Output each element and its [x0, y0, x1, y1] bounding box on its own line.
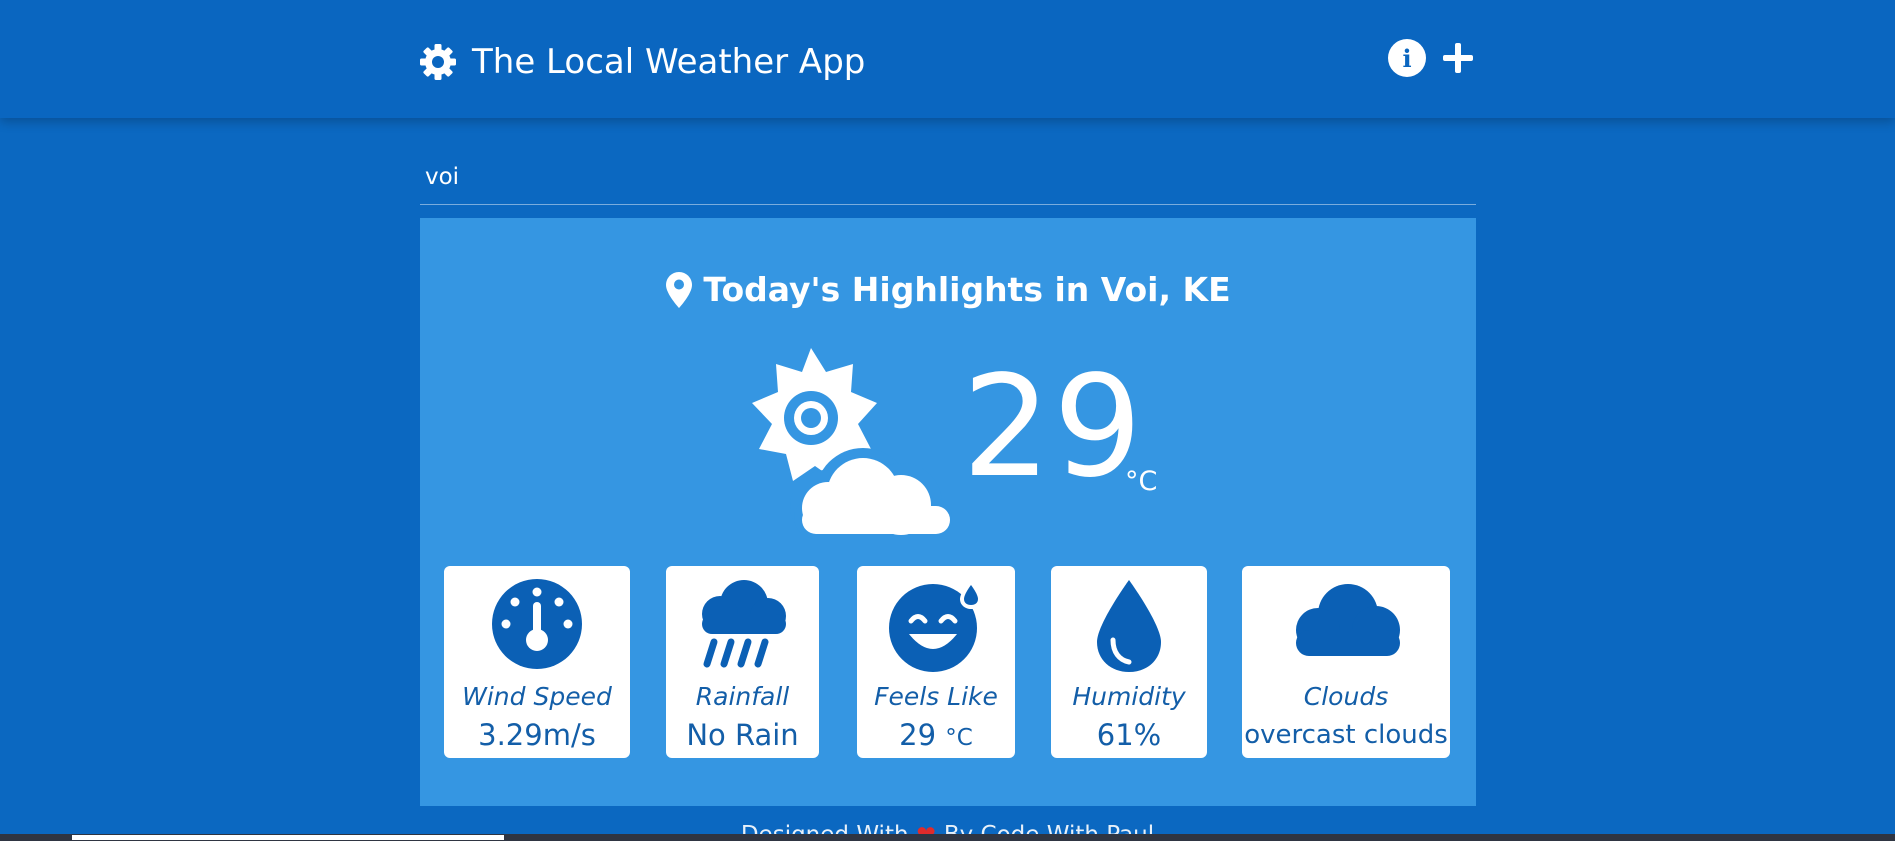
stat-value: No Rain	[686, 718, 799, 752]
horizontal-scrollbar[interactable]	[0, 834, 1895, 841]
search-input[interactable]	[420, 155, 1476, 199]
stat-label: Feels Like	[874, 682, 998, 711]
stat-label: Rainfall	[695, 682, 790, 711]
stat-label: Humidity	[1072, 682, 1186, 711]
stat-value: 3.29m/s	[478, 718, 596, 752]
highlights-card: Today's Highlights in Voi, KE 29 °C Wind…	[420, 218, 1476, 806]
temperature-value: 29	[962, 346, 1145, 509]
search-field	[420, 155, 1476, 205]
stat-value: 61%	[1096, 718, 1162, 752]
plus-icon[interactable]	[1440, 40, 1476, 76]
highlights-heading: Today's Highlights in Voi, KE	[420, 270, 1476, 309]
navbar: The Local Weather App i	[0, 0, 1895, 118]
app-title: The Local Weather App	[472, 42, 866, 82]
stat-label: Wind Speed	[462, 682, 612, 711]
rain-cloud-icon	[701, 580, 786, 668]
sweat-smile-icon	[889, 580, 982, 672]
stat-wind-speed: Wind Speed 3.29m/s	[444, 566, 630, 758]
gear-icon	[420, 44, 456, 80]
stat-value: 29 °C	[899, 718, 973, 752]
nav-actions: i	[1388, 39, 1476, 77]
stat-feels-like: Feels Like 29 °C	[857, 566, 1015, 758]
temperature-unit: °C	[1125, 466, 1158, 497]
water-drop-icon	[1097, 580, 1161, 672]
cloud-icon	[1296, 584, 1400, 656]
sun-behind-cloud-icon	[752, 348, 952, 538]
brand[interactable]: The Local Weather App	[418, 40, 865, 84]
gauge-icon	[492, 579, 582, 669]
stat-value: overcast clouds	[1244, 720, 1448, 750]
scrollbar-thumb[interactable]	[72, 835, 504, 840]
stat-humidity: Humidity 61%	[1051, 566, 1207, 758]
map-pin-icon	[666, 271, 693, 308]
stat-label: Clouds	[1303, 682, 1389, 711]
info-icon[interactable]: i	[1388, 39, 1426, 77]
stat-clouds: Clouds overcast clouds	[1242, 566, 1450, 758]
stat-rainfall: Rainfall No Rain	[666, 566, 819, 758]
highlights-title: Today's Highlights in Voi, KE	[703, 270, 1231, 309]
